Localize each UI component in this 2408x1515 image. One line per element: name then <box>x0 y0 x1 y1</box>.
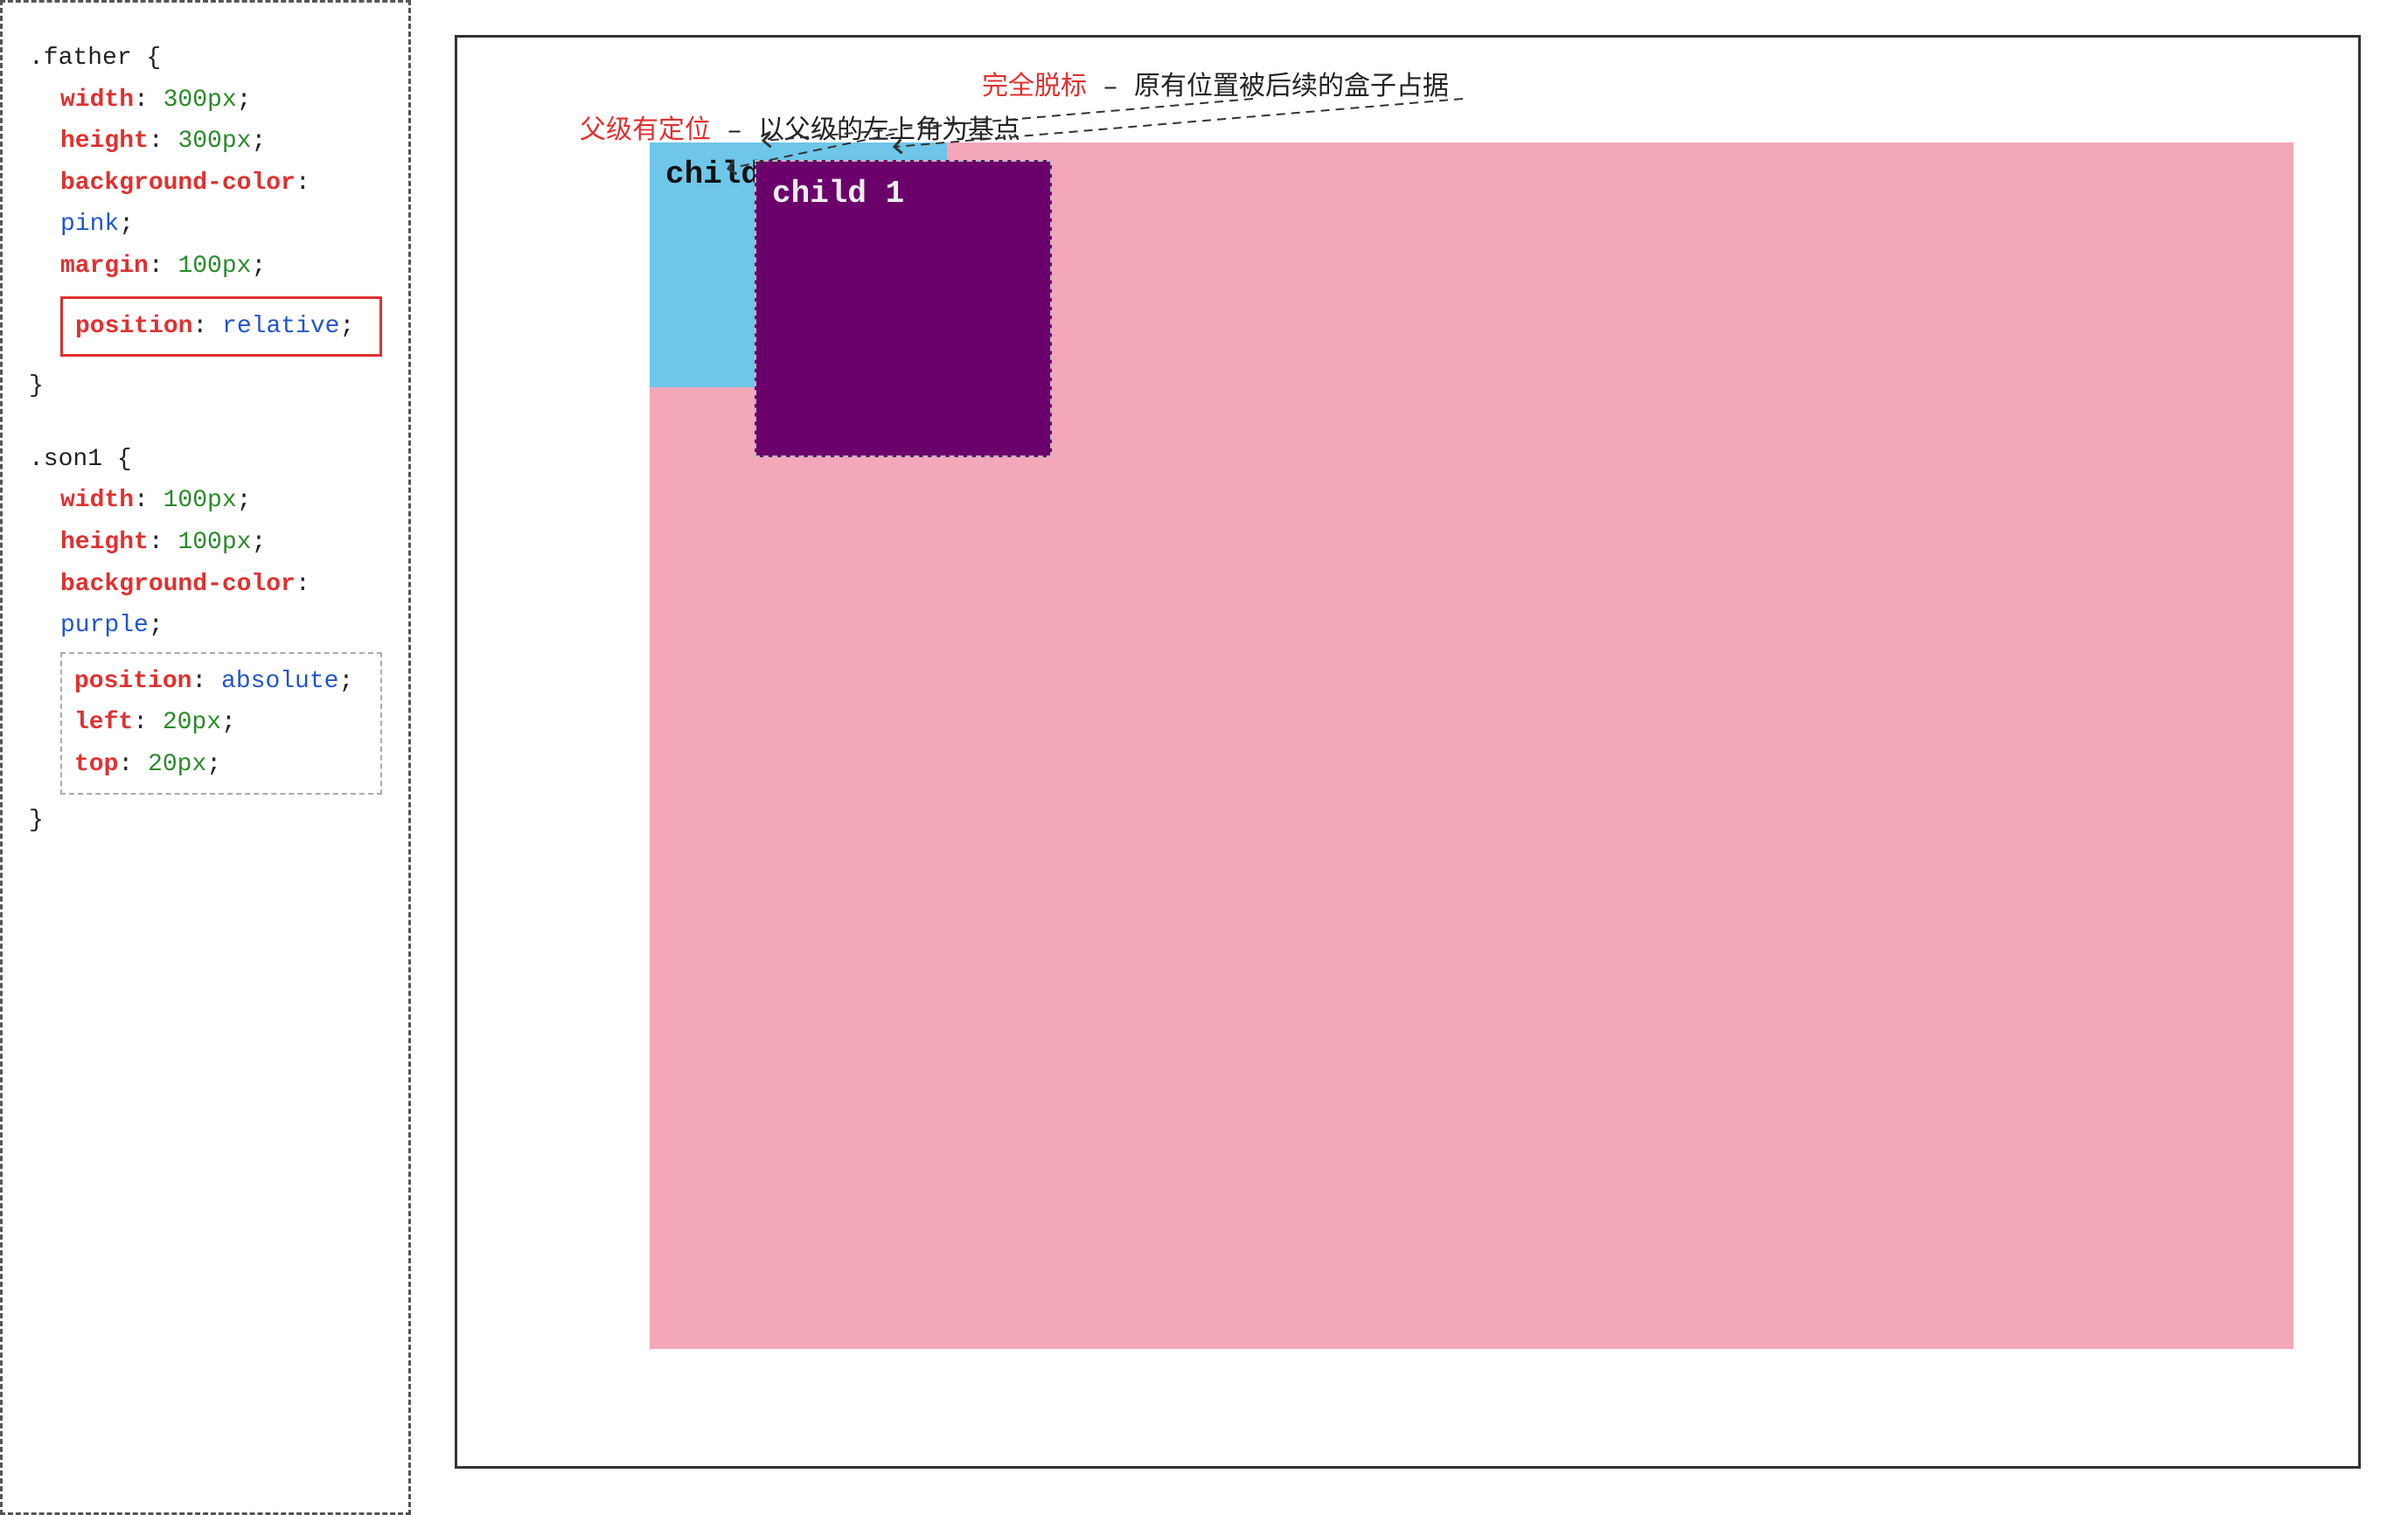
father-selector-text: .father { <box>29 45 161 72</box>
father-demo-box: child 2 child 1 <box>650 142 2293 1349</box>
child1-label: child 1 <box>772 176 904 212</box>
top-annotation: 完全脱标 – 原有位置被后续的盒子占据 <box>982 64 1449 103</box>
left-code-panel: .father { width: 300px; height: 300px; b… <box>0 0 411 1515</box>
right-demo-panel: child 2 child 1 完全脱标 – 原有位置被后续的盒子占据 父级有定… <box>411 0 2408 1515</box>
son1-prop-top: top: 20px; <box>74 744 368 786</box>
son1-close-brace: } <box>29 800 382 842</box>
son1-prop-width: width: 100px; <box>60 480 382 522</box>
son1-selector: .son1 { <box>29 439 382 481</box>
father-selector: .father { <box>29 38 382 80</box>
left-annotation-red-text: 父级有定位 <box>580 117 711 147</box>
son1-prop-position: position: absolute; <box>74 661 368 703</box>
son1-prop-left: left: 20px; <box>74 702 368 744</box>
father-prop-bgcolor: background-color: pink; <box>60 163 382 246</box>
father-prop-width: width: 300px; <box>60 80 382 122</box>
father-prop-height: height: 300px; <box>60 121 382 163</box>
left-annotation: 父级有定位 – 以父级的左上角为基点 <box>580 108 1020 147</box>
demo-outer-border: child 2 child 1 完全脱标 – 原有位置被后续的盒子占据 父级有定… <box>455 35 2361 1469</box>
child1-box: child 1 <box>755 160 1052 457</box>
son1-dashed-props: position: absolute; left: 20px; top: 20p… <box>60 652 382 795</box>
son1-prop-bgcolor: background-color: purple; <box>60 564 382 647</box>
son1-prop-height: height: 100px; <box>60 522 382 564</box>
left-annotation-black-text: – 以父级的左上角为基点 <box>711 117 1020 147</box>
father-prop-position-highlighted: position: relative; <box>60 296 382 358</box>
top-annotation-red-text: 完全脱标 <box>982 73 1087 103</box>
father-code-block: .father { width: 300px; height: 300px; b… <box>29 38 382 407</box>
son1-code-block: .son1 { width: 100px; height: 100px; bac… <box>29 439 382 841</box>
father-close-brace: } <box>29 365 382 407</box>
top-annotation-black-text: – 原有位置被后续的盒子占据 <box>1087 73 1449 103</box>
father-prop-margin: margin: 100px; <box>60 246 382 288</box>
